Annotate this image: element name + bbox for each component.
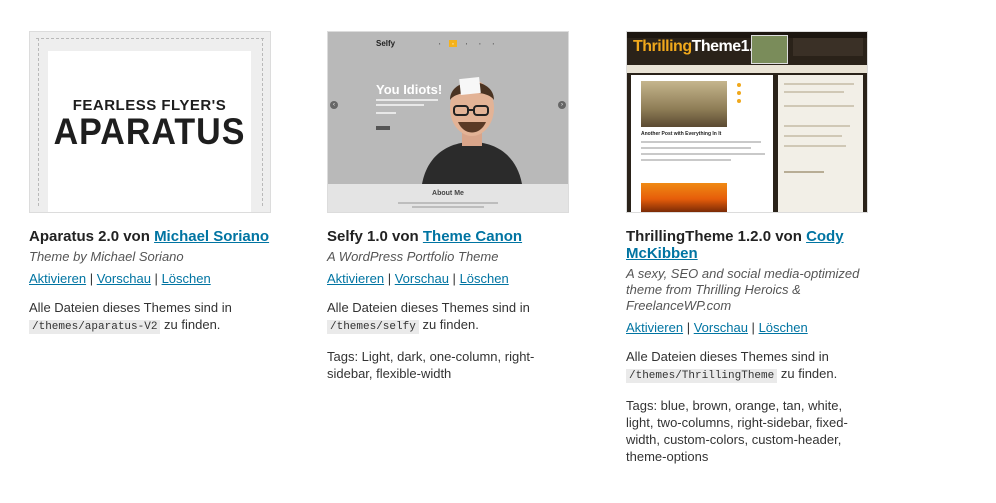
action-separator: | — [751, 320, 755, 335]
screenshot-text-line — [398, 202, 498, 204]
theme-title: Aparatus 2.0 von Michael Soriano — [29, 228, 271, 245]
screenshot-about-title: About Me — [432, 190, 464, 197]
activate-link[interactable]: Aktivieren — [327, 271, 384, 286]
theme-by-word: von — [119, 228, 155, 245]
theme-description: Theme by Michael Soriano — [29, 249, 184, 264]
theme-tags: Tags: blue, brown, orange, tan, white, l… — [626, 398, 848, 464]
screenshot-bullet — [737, 83, 741, 87]
files-suffix: zu finden. — [164, 317, 221, 332]
action-separator: | — [387, 271, 392, 286]
screenshot-menu-item: ▪ — [479, 41, 481, 46]
screenshot-category-nav — [627, 65, 867, 73]
screenshot-prev-arrow: ‹ — [330, 101, 338, 109]
screenshot-text-line — [784, 135, 842, 137]
preview-link[interactable]: Vorschau — [97, 271, 151, 286]
activate-link[interactable]: Aktivieren — [29, 271, 86, 286]
action-separator: | — [89, 271, 94, 286]
theme-name: ThrillingTheme 1.2.0 — [626, 228, 772, 245]
theme-files-info: Alle Dateien dieses Themes sind in /them… — [29, 299, 271, 336]
theme-actions: Aktivieren | Vorschau | Löschen — [626, 320, 868, 336]
screenshot-text-line — [641, 141, 761, 143]
theme-title: Selfy 1.0 von Theme Canon — [327, 228, 569, 245]
screenshot-menu-item: ▪ — [465, 41, 468, 46]
screenshot-button — [376, 126, 390, 130]
screenshot-header-box — [793, 38, 863, 56]
theme-title: ThrillingTheme 1.2.0 von Cody McKibben — [626, 228, 868, 262]
theme-actions: Aktivieren | Vorschau | Löschen — [29, 271, 271, 287]
delete-link[interactable]: Löschen — [460, 271, 509, 286]
theme-actions: Aktivieren | Vorschau | Löschen — [327, 271, 569, 287]
screenshot-text-line — [784, 171, 824, 173]
theme-card-thrillingtheme: ThrillingTheme1.0 Another Post with Ever… — [626, 31, 868, 465]
action-separator: | — [686, 320, 691, 335]
preview-link[interactable]: Vorschau — [395, 271, 449, 286]
screenshot-text-line — [784, 83, 854, 85]
preview-link[interactable]: Vorschau — [694, 320, 748, 335]
theme-description: A WordPress Portfolio Theme — [327, 249, 499, 264]
files-suffix: zu finden. — [422, 317, 479, 332]
theme-screenshot-aparatus[interactable]: FEARLESS FLYER'S APARATUS — [29, 31, 271, 213]
theme-author-link[interactable]: Theme Canon — [423, 228, 522, 245]
screenshot-title-part-a: Thrilling — [633, 38, 692, 55]
screenshot-logo: Selfy — [376, 39, 396, 48]
screenshot-text-line — [376, 112, 396, 114]
screenshot-next-arrow: › — [558, 101, 566, 109]
screenshot-text-line — [784, 105, 854, 107]
screenshot-text-line — [641, 153, 765, 155]
theme-tags: Tags: Light, dark, one-column, right-sid… — [327, 349, 535, 381]
theme-screenshot-thrillingtheme[interactable]: ThrillingTheme1.0 Another Post with Ever… — [626, 31, 868, 213]
theme-screenshot-selfy[interactable]: Selfy ▪ ▪ ▪ ▪ ▪ You Idiots! ‹ › About Me — [327, 31, 569, 213]
screenshot-bullet — [737, 99, 741, 103]
screenshot-guide — [38, 38, 39, 206]
action-separator: | — [154, 271, 158, 286]
files-prefix: Alle Dateien dieses Themes sind in — [626, 349, 829, 364]
files-prefix: Alle Dateien dieses Themes sind in — [29, 300, 232, 315]
screenshot-text-line — [412, 206, 484, 208]
screenshot-post-image-sunset — [641, 183, 727, 212]
screenshot-menu: ▪ ▪ ▪ ▪ ▪ — [430, 40, 497, 47]
screenshot-text-line — [784, 91, 844, 93]
theme-name: Aparatus 2.0 — [29, 228, 120, 245]
delete-link[interactable]: Löschen — [162, 271, 211, 286]
screenshot-text-line — [641, 159, 731, 161]
theme-files-info: Alle Dateien dieses Themes sind in /them… — [327, 299, 569, 336]
theme-card-aparatus: FEARLESS FLYER'S APARATUS Aparatus 2.0 v… — [29, 31, 271, 336]
delete-link[interactable]: Löschen — [759, 320, 808, 335]
files-path: /themes/aparatus-V2 — [29, 320, 161, 334]
theme-by-word: von — [771, 228, 807, 245]
screenshot-guide — [262, 38, 263, 206]
theme-card-selfy: Selfy ▪ ▪ ▪ ▪ ▪ You Idiots! ‹ › About Me… — [327, 31, 569, 382]
action-separator: | — [452, 271, 456, 286]
screenshot-person-illustration — [422, 76, 522, 184]
screenshot-sidebar — [778, 75, 863, 212]
screenshot-guide — [36, 38, 264, 39]
screenshot-menu-item: ▪ — [492, 41, 495, 46]
screenshot-main-column: Another Post with Everything In It — [631, 75, 773, 212]
theme-by-word: von — [387, 228, 423, 245]
theme-files-info: Alle Dateien dieses Themes sind in /them… — [626, 348, 868, 385]
theme-description: A sexy, SEO and social media-optimized t… — [626, 266, 860, 313]
theme-author-link[interactable]: Michael Soriano — [154, 228, 269, 245]
files-prefix: Alle Dateien dieses Themes sind in — [327, 300, 530, 315]
screenshot-canvas: FEARLESS FLYER'S APARATUS — [48, 51, 251, 212]
screenshot-header-photo — [751, 35, 788, 64]
screenshot-text-line — [784, 145, 846, 147]
activate-link[interactable]: Aktivieren — [626, 320, 683, 335]
screenshot-site-title: ThrillingTheme1.0 — [633, 38, 762, 56]
theme-name: Selfy 1.0 — [327, 228, 388, 245]
screenshot-post-title: Another Post with Everything In It — [641, 131, 722, 137]
screenshot-about-section: About Me — [328, 184, 568, 212]
screenshot-bullet — [737, 91, 741, 95]
files-path: /themes/ThrillingTheme — [626, 369, 778, 383]
screenshot-logo-line2: APARATUS — [53, 111, 246, 153]
files-path: /themes/selfy — [327, 320, 419, 334]
screenshot-hero: Selfy ▪ ▪ ▪ ▪ ▪ You Idiots! ‹ › — [328, 32, 568, 184]
screenshot-menu-item-active: ▪ — [449, 40, 457, 47]
screenshot-text-line — [784, 125, 850, 127]
screenshot-text-line — [641, 147, 751, 149]
screenshot-post-image — [641, 81, 727, 127]
files-suffix: zu finden. — [780, 366, 838, 381]
screenshot-menu-item: ▪ — [439, 41, 441, 46]
